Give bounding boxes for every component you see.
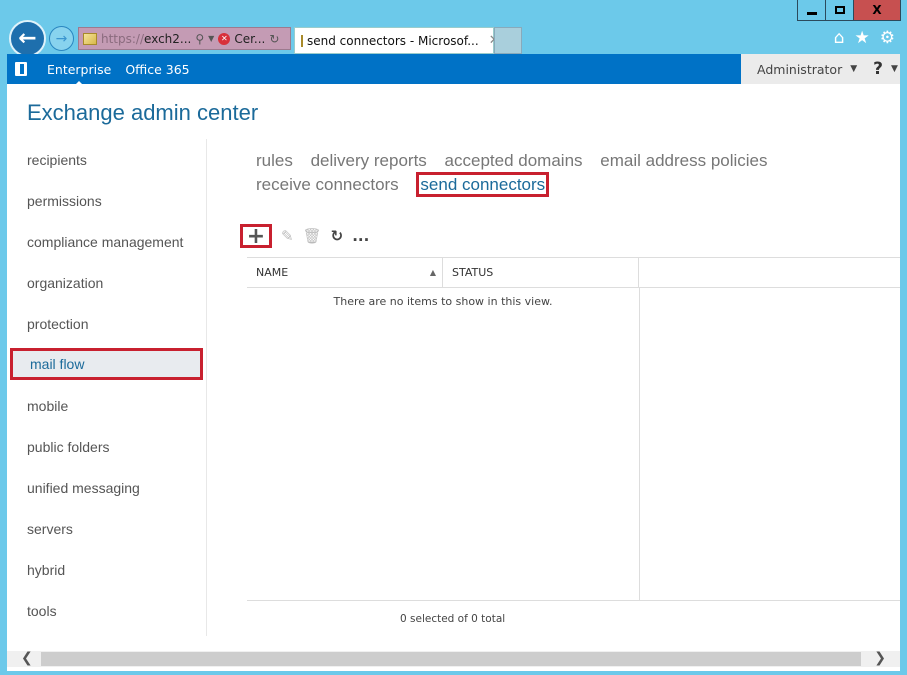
sidebar-item-servers[interactable]: servers (7, 508, 206, 549)
tab-delivery-reports[interactable]: delivery reports (311, 151, 427, 170)
dropdown-icon[interactable]: ▼ (208, 34, 214, 43)
sidebar-item-protection[interactable]: protection (7, 303, 206, 344)
page-frame: Enterprise Office 365 Administrator ▼ ? … (7, 54, 900, 671)
sort-ascending-icon: ▲ (429, 268, 436, 277)
home-icon[interactable]: ⌂ (834, 28, 845, 48)
arrow-left-icon: ← (18, 26, 37, 51)
sidebar: recipients permissions compliance manage… (7, 139, 207, 636)
column-status-label: STATUS (452, 266, 494, 279)
tab-send-connectors[interactable]: send connectors (416, 172, 550, 197)
tab-accepted-domains[interactable]: accepted domains (445, 151, 583, 170)
toolbar: + ✎ 🗑 ↻ ... (240, 223, 369, 249)
more-options-icon[interactable]: ... (352, 227, 369, 245)
refresh-icon[interactable]: ↻ (331, 227, 344, 245)
horizontal-scrollbar[interactable]: ❮ ❯ (7, 650, 900, 667)
column-header-status[interactable]: STATUS (443, 258, 639, 287)
plus-icon: + (246, 223, 266, 249)
scroll-left-icon[interactable]: ❮ (21, 650, 33, 666)
browser-toolbar-icons: ⌂ ★ ⚙ (834, 28, 895, 48)
user-area: Administrator ▼ ? ▼ (741, 54, 900, 84)
sidebar-item-organization[interactable]: organization (7, 262, 206, 303)
empty-message: There are no items to show in this view. (333, 295, 553, 308)
back-button[interactable]: ← (9, 20, 46, 57)
arrow-right-icon: → (55, 30, 68, 47)
settings-gear-icon[interactable]: ⚙ (880, 28, 895, 48)
sidebar-item-compliance-management[interactable]: compliance management (7, 221, 206, 262)
tab-email-address-policies[interactable]: email address policies (600, 151, 767, 170)
url-scheme: https:// (101, 31, 145, 46)
site-favicon-icon (83, 32, 97, 45)
eac-top-bar: Enterprise Office 365 Administrator ▼ ? … (7, 54, 900, 86)
user-menu[interactable]: Administrator (757, 62, 842, 77)
edit-pencil-icon[interactable]: ✎ (281, 227, 294, 245)
column-name-label: NAME (256, 266, 289, 279)
certificate-error-icon[interactable]: ✕ (218, 32, 231, 45)
tab-title: send connectors - Microsof... (307, 33, 479, 48)
url-host: exch2... (144, 31, 192, 46)
sidebar-item-hybrid[interactable]: hybrid (7, 549, 206, 590)
sidebar-item-mobile[interactable]: mobile (7, 385, 206, 426)
window-controls: X (797, 0, 901, 21)
forward-button[interactable]: → (49, 26, 74, 51)
tab-favicon-icon (301, 34, 303, 47)
maximize-icon (834, 6, 845, 14)
chevron-down-icon[interactable]: ▼ (891, 64, 898, 74)
chevron-down-icon[interactable]: ▼ (850, 64, 857, 74)
tab-rules[interactable]: rules (256, 151, 293, 170)
sidebar-item-recipients[interactable]: recipients (7, 139, 206, 180)
refresh-page-icon[interactable]: ↻ (269, 32, 279, 46)
minimize-icon (806, 11, 817, 15)
delete-trash-icon[interactable]: 🗑 (303, 227, 322, 245)
scrollbar-thumb[interactable] (41, 652, 861, 666)
maximize-button[interactable] (826, 0, 854, 20)
details-pane (640, 288, 900, 601)
close-button[interactable]: X (854, 0, 900, 20)
selection-count: 0 selected of 0 total (400, 613, 506, 625)
office-logo-icon[interactable] (15, 60, 31, 78)
favorites-star-icon[interactable]: ★ (855, 28, 870, 48)
grid-body: There are no items to show in this view. (247, 288, 640, 601)
sidebar-item-tools[interactable]: tools (7, 590, 206, 631)
help-button[interactable]: ? (873, 59, 883, 79)
minimize-button[interactable] (798, 0, 826, 20)
column-header-name[interactable]: NAME ▲ (247, 258, 443, 287)
tab-receive-connectors[interactable]: receive connectors (256, 175, 399, 194)
grid-header: NAME ▲ STATUS (247, 257, 900, 288)
sidebar-item-public-folders[interactable]: public folders (7, 426, 206, 467)
topnav-enterprise[interactable]: Enterprise (47, 62, 111, 86)
add-button[interactable]: + (240, 223, 272, 249)
scroll-right-icon[interactable]: ❯ (874, 650, 886, 666)
mail-flow-subnav: rules delivery reports accepted domains … (256, 149, 816, 197)
new-tab-button[interactable] (494, 27, 522, 54)
page-title: Exchange admin center (27, 100, 259, 125)
browser-tab-active[interactable]: send connectors - Microsof... ✕ (294, 27, 500, 54)
search-icon[interactable]: ⚲ (195, 32, 204, 46)
sidebar-item-permissions[interactable]: permissions (7, 180, 206, 221)
sidebar-item-mail-flow[interactable]: mail flow (10, 348, 203, 380)
topnav-office365[interactable]: Office 365 (125, 62, 189, 77)
certificate-error-label[interactable]: Cer... (234, 32, 265, 46)
address-bar[interactable]: https://exch2... ⚲ ▼ ✕ Cer... ↻ (78, 27, 291, 50)
sidebar-item-unified-messaging[interactable]: unified messaging (7, 467, 206, 508)
connectors-grid: NAME ▲ STATUS There are no items to show… (247, 257, 900, 601)
